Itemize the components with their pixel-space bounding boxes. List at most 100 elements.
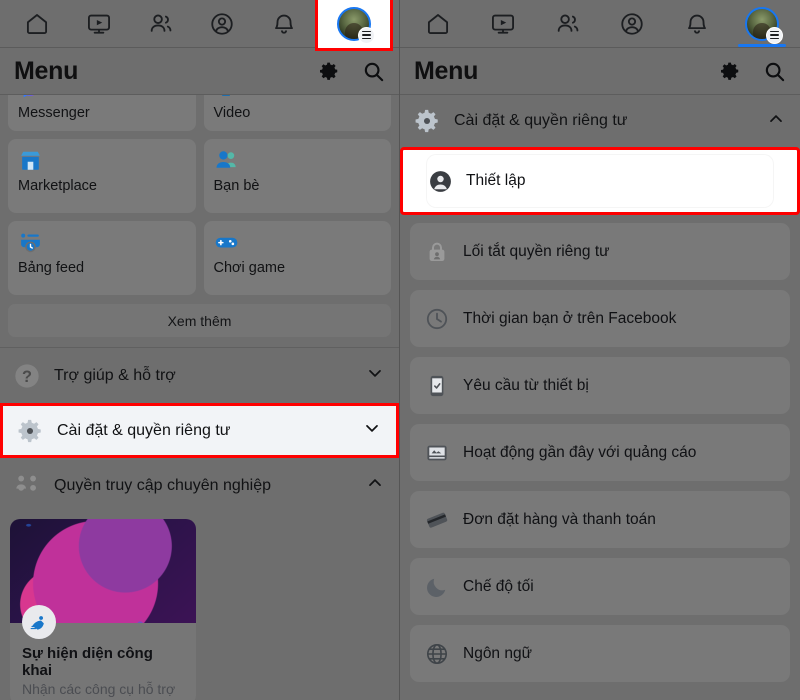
header-actions <box>317 59 385 83</box>
see-more-button[interactable]: Xem thêm <box>8 304 391 337</box>
avatar[interactable] <box>744 6 783 44</box>
tab-profile[interactable] <box>194 1 250 47</box>
top-tab-bar-right <box>400 0 800 48</box>
hamburger-badge-icon <box>358 26 376 44</box>
tab-notifications[interactable] <box>669 1 725 47</box>
video-play-icon <box>214 95 240 101</box>
list-item-yeu-cau-tu-thiet-bi[interactable]: Yêu cầu từ thiết bị <box>410 357 790 414</box>
tab-home[interactable] <box>410 1 466 47</box>
list-item-ngon-ngu[interactable]: Ngôn ngữ <box>410 625 790 682</box>
tab-groups[interactable] <box>133 1 189 47</box>
home-icon <box>425 11 451 37</box>
video-icon <box>86 11 112 37</box>
tab-menu[interactable] <box>315 0 394 51</box>
list-item-hoat-dong-quang-cao[interactable]: Hoạt động gần đây với quảng cáo <box>410 424 790 481</box>
bell-icon <box>271 11 297 37</box>
promo-card-wrap: Sự hiện diện công khai Nhận các công cụ … <box>0 513 399 700</box>
grid-item-label: Chơi game <box>213 260 286 276</box>
grid-item-messenger[interactable]: Messenger <box>8 95 196 131</box>
screenshot-root: Menu Messenger Video Marketplace Bạn bè … <box>0 0 800 700</box>
row-label: Cài đặt & quyền riêng tư <box>57 421 231 439</box>
section-header-label: Cài đặt & quyền riêng tư <box>454 112 628 129</box>
list-item-label: Đơn đặt hàng và thanh toán <box>463 510 656 528</box>
hamburger-badge-icon <box>765 26 783 44</box>
see-more-wrap: Xem thêm <box>0 295 399 345</box>
avatar[interactable] <box>337 6 376 44</box>
list-item-label: Thời gian bạn ở trên Facebook <box>463 309 677 327</box>
professional-access-icon <box>12 471 42 501</box>
grid-item-video[interactable]: Video <box>203 95 391 131</box>
clock-icon <box>424 306 450 332</box>
storefront-icon <box>18 148 44 174</box>
search-icon[interactable] <box>762 59 786 83</box>
list-item-don-dat-hang-thanh-toan[interactable]: Đơn đặt hàng và thanh toán <box>410 491 790 548</box>
chevron-up-icon <box>365 473 385 498</box>
settings-item-list: Thiết lập Lối tắt quyền riêng tư Thời gi… <box>400 147 800 682</box>
messenger-icon <box>18 95 44 101</box>
gear-icon[interactable] <box>317 59 341 83</box>
chevron-down-icon <box>362 418 382 443</box>
promo-card[interactable]: Sự hiện diện công khai Nhận các công cụ … <box>10 519 196 700</box>
grid-item-label: Bảng feed <box>18 260 85 276</box>
top-tab-bar <box>0 0 399 51</box>
account-circle-icon <box>427 168 453 194</box>
svg-text:?: ? <box>22 367 32 385</box>
privacy-lock-icon <box>424 239 450 265</box>
list-item-label: Hoạt động gần đây với quảng cáo <box>463 443 697 461</box>
left-scroll-area[interactable]: Messenger Video Marketplace Bạn bè Bảng … <box>0 95 399 700</box>
settings-gear-icon <box>412 106 442 136</box>
gamepad-icon <box>214 230 240 256</box>
menu-header-left: Menu <box>0 48 399 95</box>
groups-icon <box>148 11 174 37</box>
globe-icon <box>424 641 450 667</box>
list-item-thiet-lap[interactable]: Thiết lập <box>400 147 800 215</box>
header-actions <box>718 59 786 83</box>
left-screen: Menu Messenger Video Marketplace Bạn bè … <box>0 0 400 700</box>
page-title: Menu <box>414 56 479 85</box>
row-settings-privacy[interactable]: Cài đặt & quyền riêng tư <box>0 403 399 458</box>
menu-header-right: Menu <box>400 48 800 95</box>
device-request-icon <box>424 373 450 399</box>
row-help-support[interactable]: ? Trợ giúp & hỗ trợ <box>0 348 399 403</box>
list-item-inner[interactable]: Thiết lập <box>427 155 773 207</box>
grid-item-label: Video <box>213 105 251 122</box>
promo-image <box>10 519 196 639</box>
tab-home[interactable] <box>9 1 65 47</box>
moon-icon <box>424 574 450 600</box>
row-professional-access[interactable]: Quyền truy cập chuyên nghiệp <box>0 458 399 513</box>
settings-gear-icon <box>15 416 45 446</box>
row-label: Quyền truy cập chuyên nghiệp <box>54 476 272 494</box>
gear-icon[interactable] <box>718 59 742 83</box>
list-item-thoi-gian-tren-facebook[interactable]: Thời gian bạn ở trên Facebook <box>410 290 790 347</box>
grid-item-label: Messenger <box>18 105 90 122</box>
grid-item-friends[interactable]: Bạn bè <box>203 139 391 213</box>
bell-icon <box>684 11 710 37</box>
profile-circle-icon <box>209 11 235 37</box>
tab-groups[interactable] <box>540 1 596 47</box>
list-item-label: Thiết lập <box>466 172 526 189</box>
promo-subtitle: Nhận các công cụ hỗ trợ <box>22 681 176 697</box>
tab-profile[interactable] <box>604 1 660 47</box>
list-item-loi-tat-quyen-rieng-tu[interactable]: Lối tắt quyền riêng tư <box>410 223 790 280</box>
promo-title: Sự hiện diện công khai <box>22 645 153 679</box>
grid-item-label: Marketplace <box>18 178 97 194</box>
list-item-label: Lối tắt quyền riêng tư <box>463 242 610 260</box>
grid-item-games[interactable]: Chơi game <box>203 221 391 295</box>
feeds-icon <box>18 230 44 256</box>
search-icon[interactable] <box>361 59 385 83</box>
grid-item-feeds[interactable]: Bảng feed <box>8 221 196 295</box>
right-screen: Menu Cài đặt & quyền riêng tư Thiết lập … <box>400 0 800 700</box>
tab-video[interactable] <box>71 1 127 47</box>
home-icon <box>24 11 50 37</box>
list-item-label: Yêu cầu từ thiết bị <box>463 376 589 394</box>
video-icon <box>490 11 516 37</box>
tab-notifications[interactable] <box>256 1 312 47</box>
grid-item-label: Bạn bè <box>213 178 260 194</box>
section-header-settings-privacy[interactable]: Cài đặt & quyền riêng tư <box>400 95 800 147</box>
list-item-che-do-toi[interactable]: Chế độ tối <box>410 558 790 615</box>
tab-menu[interactable] <box>734 1 790 47</box>
chevron-up-icon <box>766 109 786 134</box>
shortcut-grid: Messenger Video Marketplace Bạn bè Bảng … <box>0 95 399 295</box>
grid-item-marketplace[interactable]: Marketplace <box>8 139 196 213</box>
tab-video[interactable] <box>475 1 531 47</box>
